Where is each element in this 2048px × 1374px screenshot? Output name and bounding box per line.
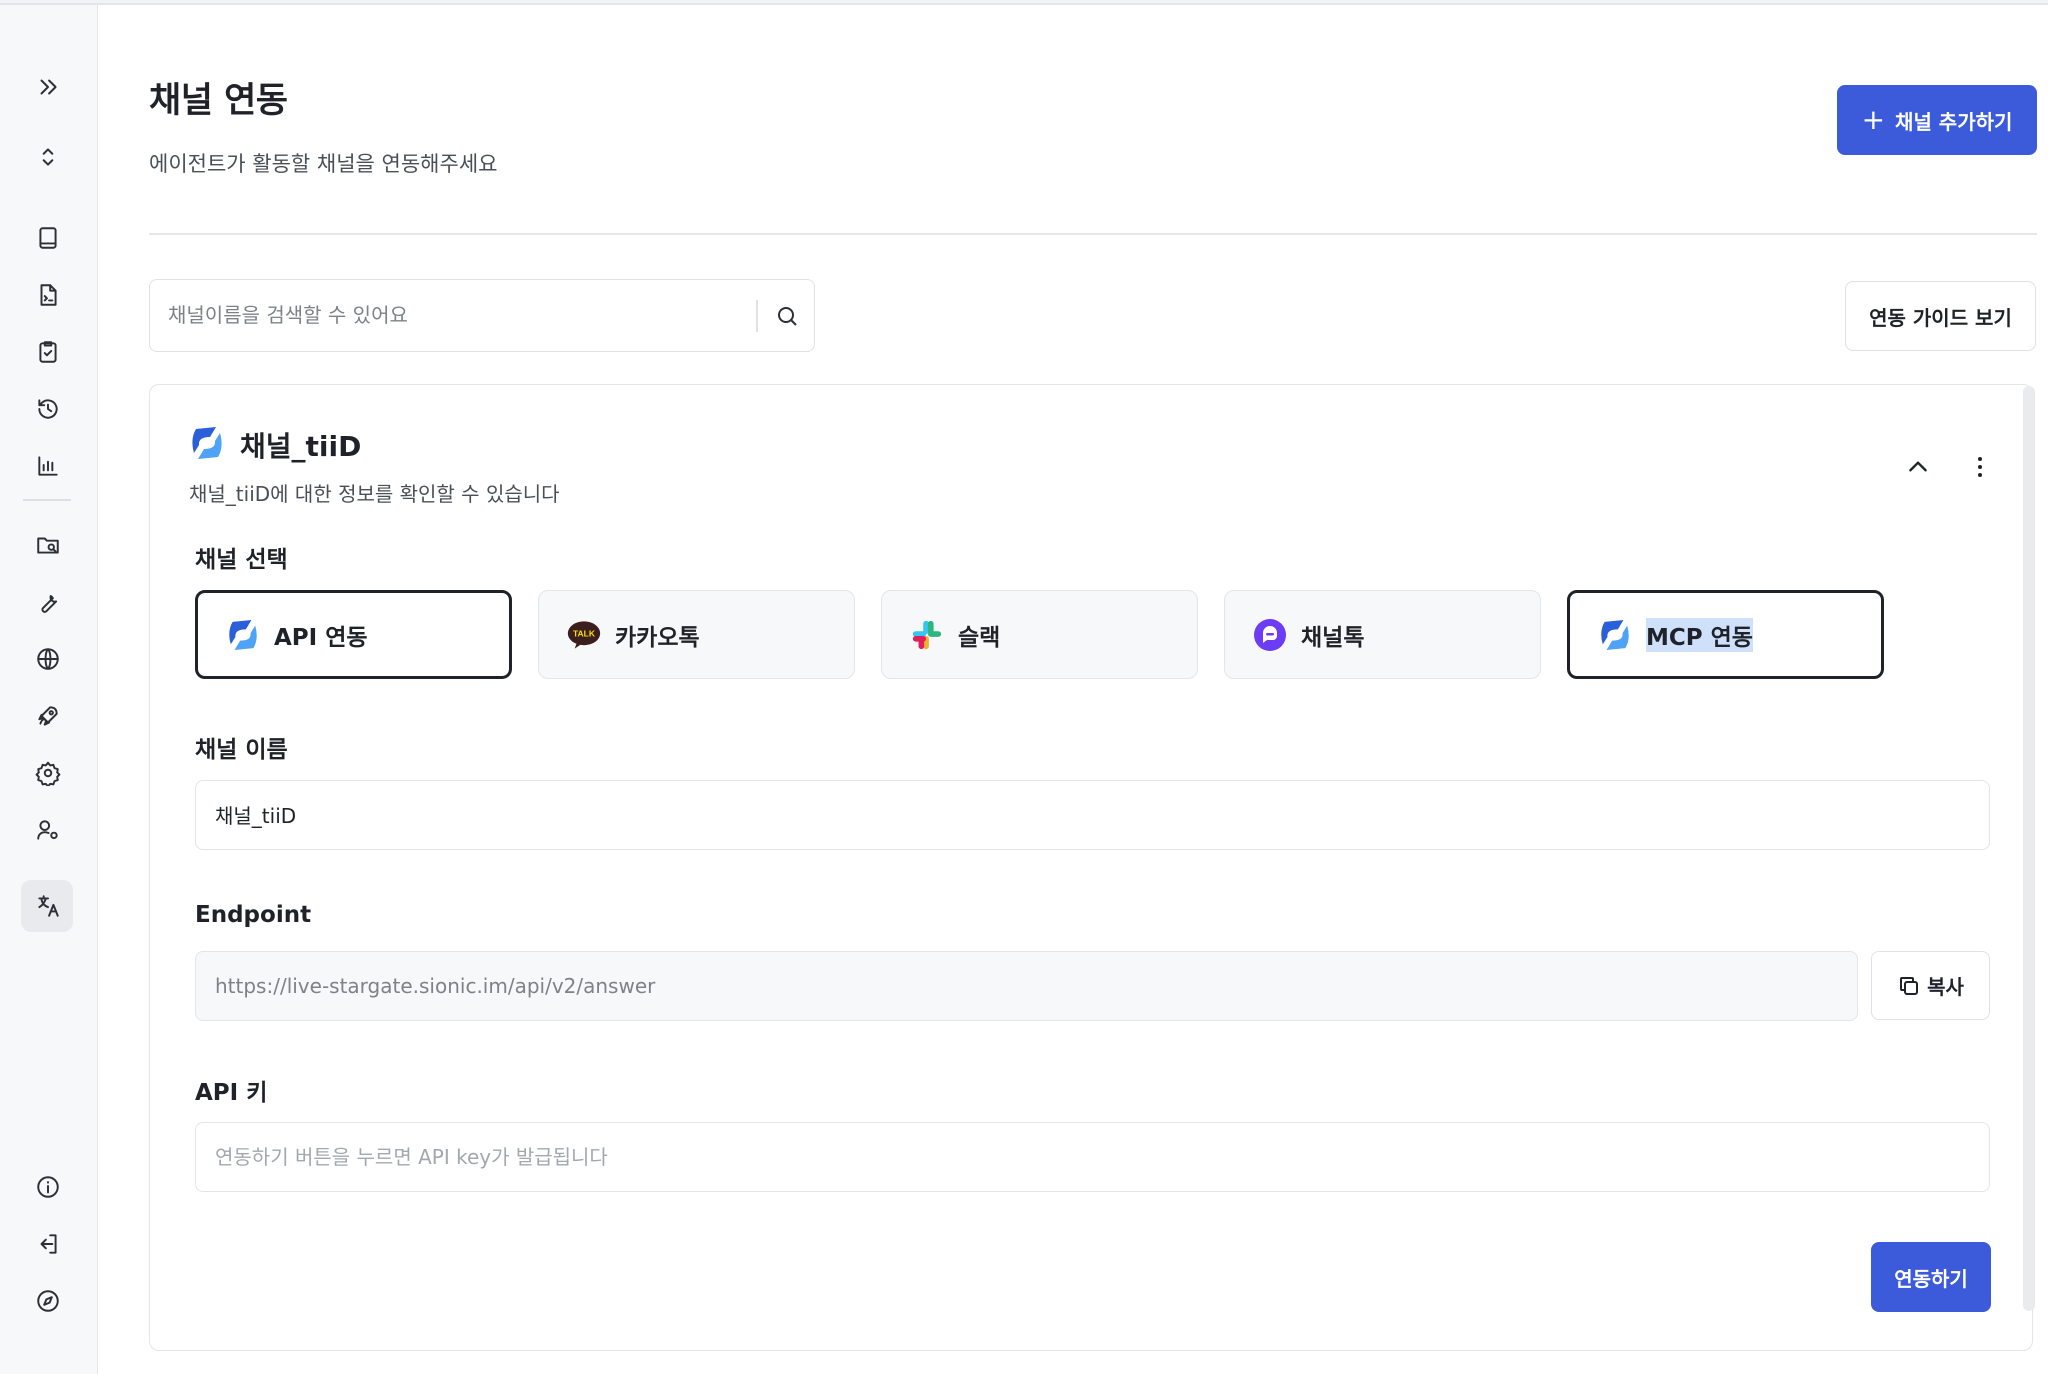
kakaotalk-icon: TALK <box>567 618 601 652</box>
logout-icon[interactable] <box>28 1224 68 1264</box>
page-title: 채널 연동 <box>149 81 288 121</box>
connect-button[interactable]: 연동하기 <box>1871 1242 1991 1312</box>
bar-chart-icon[interactable] <box>28 446 68 486</box>
search-icon[interactable] <box>770 299 804 333</box>
channeltalk-icon <box>1253 618 1287 652</box>
api-key-input[interactable] <box>215 1123 1955 1190</box>
endpoint-input[interactable] <box>215 952 1955 1019</box>
copy-icon <box>1900 976 1919 995</box>
channel-option-kakaotalk[interactable]: TALK 카카오톡 <box>538 590 855 679</box>
file-code-icon[interactable] <box>28 275 68 315</box>
folder-icon[interactable] <box>28 525 68 565</box>
copy-button[interactable]: 복사 <box>1871 951 1990 1020</box>
sidebar-divider <box>23 499 71 501</box>
channel-option-channeltalk[interactable]: 채널톡 <box>1224 590 1541 679</box>
sionic-logo-icon <box>1598 618 1632 652</box>
channel-option-label: 카카오톡 <box>615 624 700 651</box>
search-input[interactable] <box>168 280 728 350</box>
sionic-logo-icon <box>226 618 260 652</box>
sionic-logo-icon <box>190 425 224 461</box>
channel-option-api[interactable]: API 연동 <box>195 590 512 679</box>
channel-option-label: MCP 연동 <box>1646 617 1753 652</box>
card-title: 채널_tiiD <box>240 430 362 463</box>
wrench-icon[interactable] <box>28 582 68 622</box>
sidebar <box>0 5 98 1374</box>
top-border <box>0 0 2048 5</box>
api-key-field <box>195 1122 1990 1192</box>
channel-option-label: API 연동 <box>274 624 368 651</box>
add-channel-label: 채널 추가하기 <box>1895 109 2013 134</box>
channel-option-label: 슬랙 <box>958 624 1001 651</box>
add-channel-button[interactable]: + 채널 추가하기 <box>1837 85 2037 155</box>
info-icon[interactable] <box>28 1167 68 1207</box>
channel-name-label: 채널 이름 <box>195 737 288 763</box>
scrollbar[interactable] <box>2023 386 2035 1311</box>
integration-guide-button[interactable]: 연동 가이드 보기 <box>1845 281 2036 351</box>
card-description: 채널_tiiD에 대한 정보를 확인할 수 있습니다 <box>189 482 560 506</box>
copy-label: 복사 <box>1927 975 1964 999</box>
chevrons-right-icon[interactable] <box>28 67 68 107</box>
search-separator <box>756 300 758 332</box>
endpoint-field <box>195 951 1955 1021</box>
search-box <box>149 279 815 352</box>
chevron-up-down-icon[interactable] <box>28 137 68 177</box>
chevron-up-icon[interactable] <box>1900 449 1936 485</box>
gear-icon[interactable] <box>28 753 68 793</box>
channel-name-input[interactable] <box>215 781 1955 848</box>
kakao-badge-text: TALK <box>573 628 596 638</box>
api-key-label: API 키 <box>195 1080 268 1106</box>
channel-select-label: 채널 선택 <box>195 547 288 573</box>
compass-icon[interactable] <box>28 1281 68 1321</box>
channel-option-label: 채널톡 <box>1301 624 1365 651</box>
endpoint-label: Endpoint <box>195 902 312 928</box>
user-settings-icon[interactable] <box>28 810 68 850</box>
channel-name-field <box>195 780 1990 850</box>
channel-option-mcp[interactable]: MCP 연동 <box>1567 590 1884 679</box>
book-icon[interactable] <box>28 218 68 258</box>
plus-icon: + <box>1861 103 1886 136</box>
slack-icon <box>910 618 944 652</box>
translate-icon[interactable] <box>28 886 68 926</box>
more-vertical-icon[interactable] <box>1962 449 1998 485</box>
page-subtitle: 에이전트가 활동할 채널을 연동해주세요 <box>149 152 498 176</box>
history-icon[interactable] <box>28 389 68 429</box>
globe-icon[interactable] <box>28 639 68 679</box>
channel-option-slack[interactable]: 슬랙 <box>881 590 1198 679</box>
clipboard-check-icon[interactable] <box>28 332 68 372</box>
rocket-icon[interactable] <box>28 696 68 736</box>
header-divider <box>149 233 2037 235</box>
channel-card: 채널_tiiD 채널_tiiD에 대한 정보를 확인할 수 있습니다 채널 선택… <box>149 384 2033 1351</box>
